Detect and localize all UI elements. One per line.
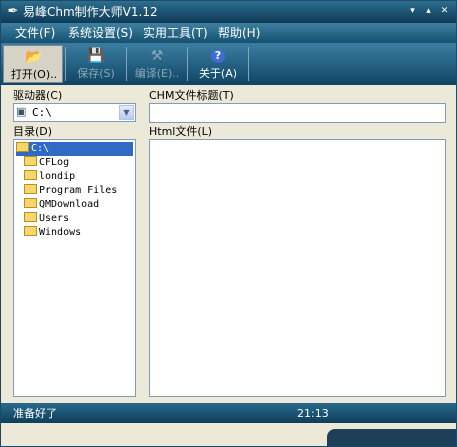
compile-button[interactable]: ⚒ 编译(E).. (127, 45, 187, 83)
open-folder-icon: 📂 (25, 49, 43, 65)
tree-folder[interactable]: Program Files (24, 184, 117, 198)
rollup-button[interactable]: ▾ (406, 5, 419, 18)
tree-folder[interactable]: londip (24, 170, 75, 184)
about-button[interactable]: ? 关于(A) (188, 45, 248, 83)
chevron-down-icon[interactable]: ▼ (119, 105, 134, 120)
taskbar-tab (327, 429, 456, 446)
tree-folder[interactable]: Users (24, 212, 69, 226)
drive-value: C:\ (32, 106, 52, 119)
floppy-disk-icon: 💾 (87, 48, 105, 64)
save-button[interactable]: 💾 保存(S) (66, 45, 126, 83)
drive-select[interactable]: ▣ C:\ ▼ (13, 103, 136, 122)
drive-label: 驱动器(C) (13, 89, 63, 102)
title-bar[interactable]: ✒ 易峰Chm制作大师V1.12 ▾ ▴ ✕ (1, 1, 456, 23)
open-label: 打开(O).. (10, 68, 58, 81)
folder-label: QMDownload (39, 199, 100, 210)
tree-root-label: C:\ (31, 143, 50, 154)
toolbar-separator (248, 47, 249, 81)
save-label: 保存(S) (77, 67, 115, 80)
tree-folder[interactable]: Windows (24, 226, 81, 240)
status-time: 21:13 (297, 407, 329, 420)
open-folder-icon (16, 142, 29, 152)
maximize-button[interactable]: ▴ (422, 5, 435, 18)
help-icon: ? (211, 49, 225, 63)
folder-label: Users (39, 213, 70, 224)
html-file-label: Html文件(L) (149, 125, 213, 138)
about-label: 关于(A) (198, 67, 238, 80)
html-file-list[interactable] (149, 139, 446, 397)
close-button[interactable]: ✕ (438, 5, 451, 18)
app-window: ✒ 易峰Chm制作大师V1.12 ▾ ▴ ✕ 文件(F) 系统设置(S) 实用工… (0, 0, 457, 447)
chm-title-input[interactable] (149, 103, 446, 123)
folder-icon (24, 198, 37, 208)
folder-icon (24, 212, 37, 222)
menu-settings[interactable]: 系统设置(S) (68, 26, 133, 40)
directory-tree[interactable]: C:\ CFLog londip Program Files QMDownloa… (13, 139, 136, 397)
chm-title-label: CHM文件标题(T) (149, 89, 234, 102)
tree-root[interactable]: C:\ (16, 142, 133, 156)
folder-label: londip (39, 171, 76, 182)
tree-folder[interactable]: CFLog (24, 156, 69, 170)
window-title: 易峰Chm制作大师V1.12 (23, 5, 158, 19)
folder-label: Windows (39, 227, 82, 238)
toolbar: 📂 打开(O).. 💾 保存(S) ⚒ 编译(E).. ? 关于(A) (1, 43, 456, 85)
folder-label: CFLog (39, 157, 70, 168)
open-button[interactable]: 📂 打开(O).. (3, 45, 63, 83)
menu-file[interactable]: 文件(F) (15, 26, 55, 40)
folder-icon (24, 226, 37, 236)
menu-help[interactable]: 帮助(H) (218, 26, 260, 40)
menu-bar: 文件(F) 系统设置(S) 实用工具(T) 帮助(H) (1, 23, 456, 43)
feather-icon: ✒ (7, 4, 19, 19)
folder-label: Program Files (39, 185, 118, 196)
compile-label: 编译(E).. (134, 67, 180, 80)
menu-tools[interactable]: 实用工具(T) (143, 26, 208, 40)
tree-folder[interactable]: QMDownload (24, 198, 99, 212)
folder-icon (24, 156, 37, 166)
directory-label: 目录(D) (13, 125, 53, 138)
folder-icon (24, 184, 37, 194)
status-text: 准备好了 (13, 407, 57, 420)
status-bar: 准备好了 21:13 (1, 403, 456, 423)
folder-icon (24, 170, 37, 180)
compile-icon: ⚒ (150, 48, 164, 64)
drive-icon: ▣ (16, 105, 27, 118)
